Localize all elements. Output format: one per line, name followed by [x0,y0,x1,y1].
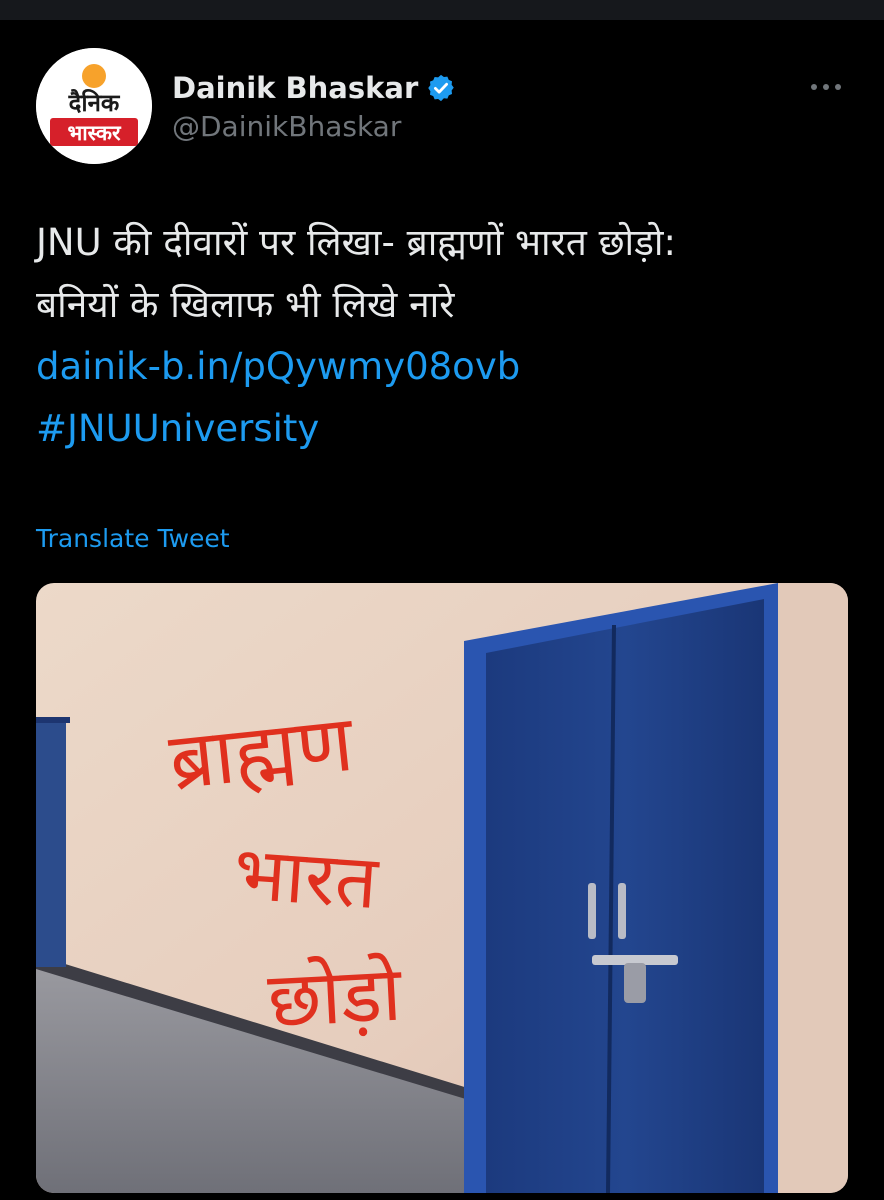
author-name-row: Dainik Bhaskar [172,66,456,110]
dainik-bhaskar-logo: दैनिक भास्कर [36,48,152,164]
door-handle-left [588,883,596,939]
author-display-name[interactable]: Dainik Bhaskar [172,71,418,105]
top-bar-edge [0,0,884,20]
tweet-text-line: बनियों के खिलाफ भी लिखे नारे [36,283,455,326]
padlock [624,963,646,1003]
more-options-dot [823,84,829,90]
side-door-frame [36,717,70,723]
tweet-link[interactable]: dainik-b.in/pQywmy08ovb [36,336,856,398]
verified-badge-icon [426,73,456,103]
logo-text-line2: भास्कर [67,121,121,145]
tweet-media-image[interactable]: ब्राह्मण भारत छोड़ो [36,583,848,1193]
tweet-text-line: JNU की दीवारों पर लिखा- ब्राह्मणों भारत … [36,221,676,264]
door-handle-right [618,883,626,939]
more-options-dot [835,84,841,90]
more-options-icon [811,84,817,90]
author-handle[interactable]: @DainikBhaskar [172,110,401,143]
graffiti-line2: भारत [231,830,382,926]
tweet-body: JNU की दीवारों पर लिखा- ब्राह्मणों भारत … [36,212,856,460]
graffiti-line1: ब्राह्मण [165,699,359,808]
tweet-page: दैनिक भास्कर Dainik Bhaskar @DainikBhask… [0,0,884,1200]
side-door [36,717,66,967]
more-options-button[interactable] [804,70,848,104]
logo-sun [82,64,106,88]
logo-text-line1: दैनिक [68,89,121,117]
graffiti-line3: छोड़ो [266,949,405,1045]
author-avatar[interactable]: दैनिक भास्कर [36,48,152,164]
hashtag-link[interactable]: #JNUUniversity [36,398,856,460]
wall-right [778,583,848,1193]
translate-tweet-button[interactable]: Translate Tweet [36,524,230,553]
jnu-wall-photo: ब्राह्मण भारत छोड़ो [36,583,848,1193]
